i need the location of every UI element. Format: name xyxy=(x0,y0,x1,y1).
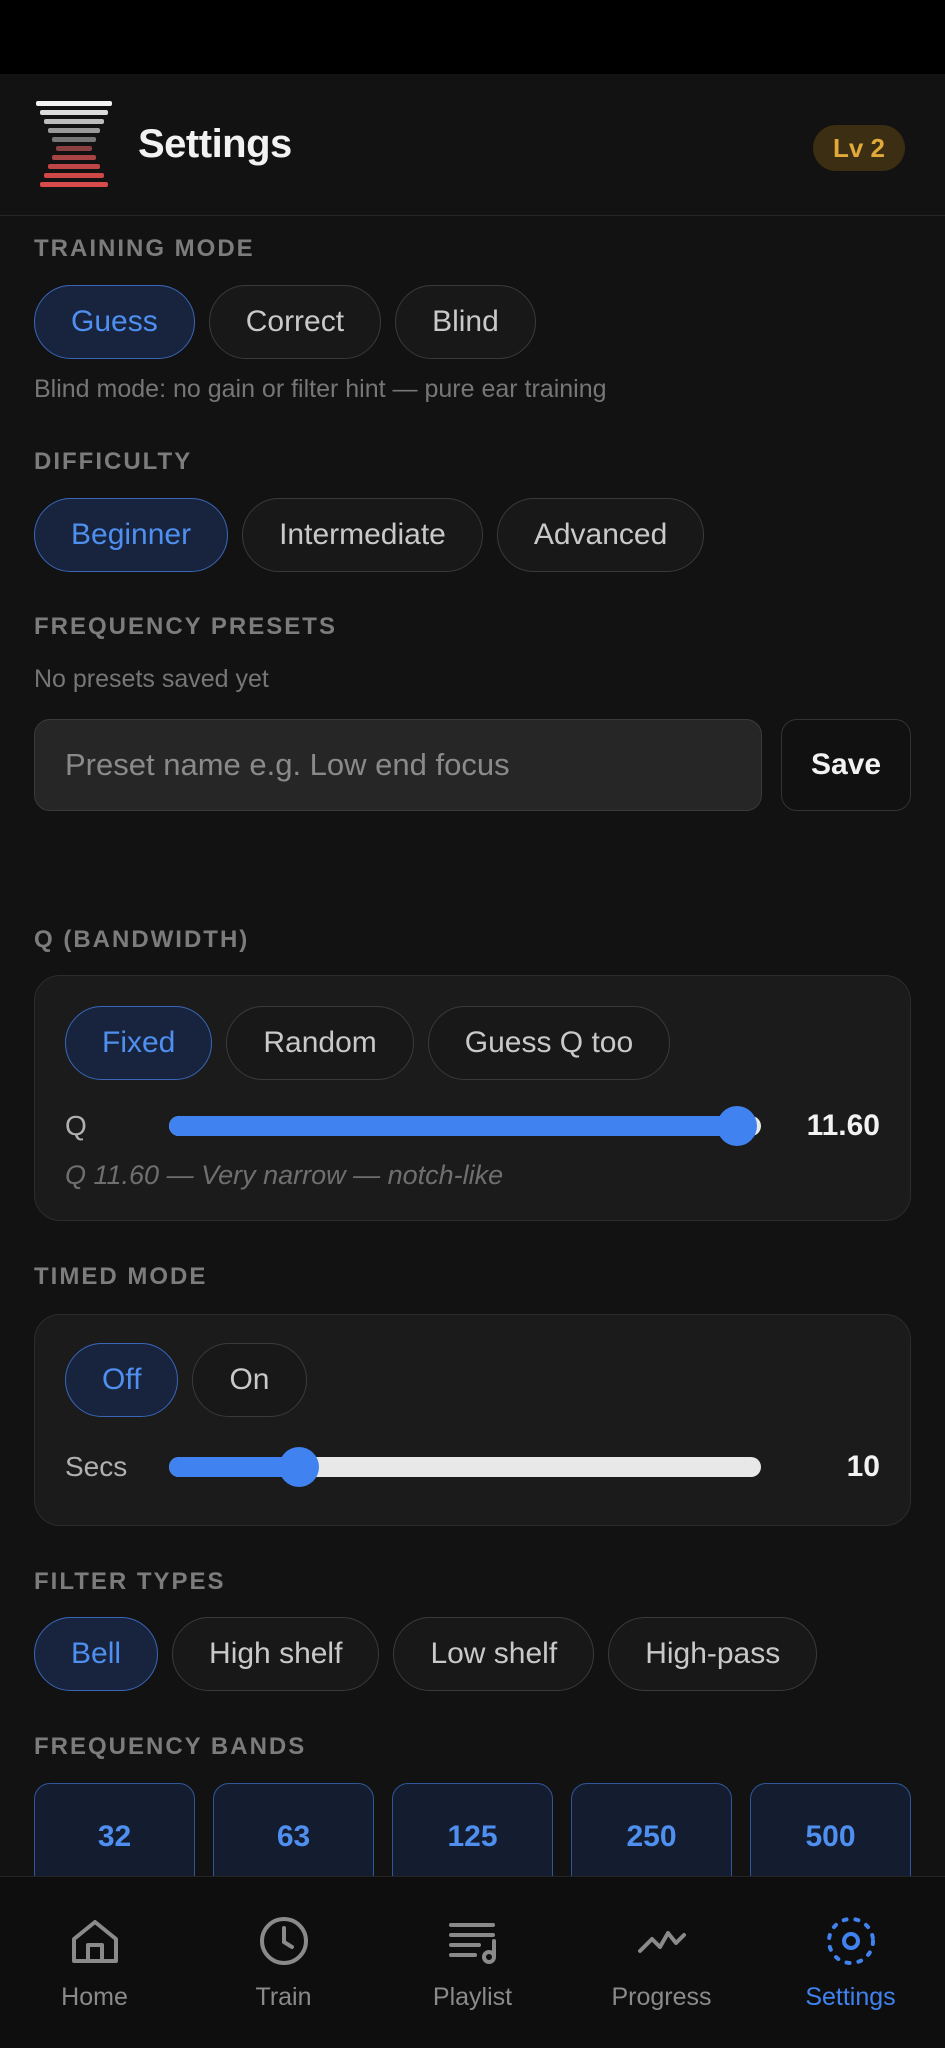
training-mode-hint: Blind mode: no gain or filter hint — pur… xyxy=(34,375,607,403)
q-mode-options: Fixed Random Guess Q too xyxy=(65,1006,671,1080)
band-32[interactable]: 32 xyxy=(34,1783,195,1877)
q-slider-row: Q 11.60 xyxy=(65,1106,880,1146)
difficulty-beginner[interactable]: Beginner xyxy=(34,498,229,572)
nav-settings[interactable]: Settings xyxy=(756,1877,945,2048)
filter-type-bell[interactable]: Bell xyxy=(34,1617,159,1691)
q-slider-label: Q xyxy=(65,1110,87,1141)
gear-icon xyxy=(826,1917,875,1965)
secs-slider-label: Secs xyxy=(65,1451,128,1482)
home-icon xyxy=(71,1920,118,1963)
timed-mode-on[interactable]: On xyxy=(192,1343,307,1417)
q-slider-value: 11.60 xyxy=(806,1109,880,1142)
difficulty-advanced[interactable]: Advanced xyxy=(496,498,705,572)
bottom-nav: Home Train Playlist Progress Settings xyxy=(0,1876,945,2048)
q-bandwidth-card: Fixed Random Guess Q too Q 11.60 Q 11.60… xyxy=(34,975,911,1221)
status-bar xyxy=(0,0,945,74)
filter-type-high-pass[interactable]: High-pass xyxy=(608,1617,818,1691)
trend-icon xyxy=(637,1931,686,1953)
nav-home-label: Home xyxy=(61,1983,128,2011)
q-mode-guess-q[interactable]: Guess Q too xyxy=(427,1006,671,1080)
app-screen: Settings Lv 2 TRAINING MODE Guess Correc… xyxy=(0,74,945,2048)
clock-icon xyxy=(259,1917,308,1965)
nav-playlist[interactable]: Playlist xyxy=(378,1877,567,2048)
nav-home[interactable]: Home xyxy=(0,1877,189,2048)
header: Settings Lv 2 xyxy=(0,74,945,216)
q-mode-fixed[interactable]: Fixed xyxy=(65,1006,213,1080)
secs-slider[interactable] xyxy=(169,1447,761,1487)
timed-mode-label: TIMED MODE xyxy=(34,1263,208,1290)
difficulty-intermediate[interactable]: Intermediate xyxy=(242,498,483,572)
app-logo-icon xyxy=(36,100,112,187)
nav-settings-label: Settings xyxy=(805,1983,896,2011)
q-slider[interactable] xyxy=(169,1106,761,1146)
q-slider-thumb[interactable] xyxy=(717,1106,758,1146)
filter-type-high-shelf[interactable]: High shelf xyxy=(172,1617,380,1691)
band-250[interactable]: 250 xyxy=(571,1783,732,1877)
training-mode-guess[interactable]: Guess xyxy=(34,285,195,359)
training-mode-blind[interactable]: Blind xyxy=(395,285,536,359)
page-title: Settings xyxy=(138,122,292,166)
presets-label: FREQUENCY PRESETS xyxy=(34,613,337,640)
timed-mode-off[interactable]: Off xyxy=(65,1343,179,1417)
nav-train[interactable]: Train xyxy=(189,1877,378,2048)
frequency-band-grid: 32 63 125 250 500 xyxy=(34,1783,911,1877)
preset-name-input[interactable]: Preset name e.g. Low end focus xyxy=(34,719,762,811)
presets-empty-text: No presets saved yet xyxy=(34,665,269,693)
timed-mode-card: Off On Secs 10 xyxy=(34,1314,911,1526)
difficulty-options: Beginner Intermediate Advanced xyxy=(34,498,705,572)
q-slider-fill xyxy=(169,1116,738,1136)
secs-slider-thumb[interactable] xyxy=(279,1447,320,1487)
playlist-icon xyxy=(448,1923,496,1964)
nav-playlist-label: Playlist xyxy=(432,1983,513,2011)
band-125[interactable]: 125 xyxy=(392,1783,553,1877)
filter-type-low-shelf[interactable]: Low shelf xyxy=(393,1617,595,1691)
nav-train-label: Train xyxy=(255,1983,312,2011)
training-mode-options: Guess Correct Blind xyxy=(34,285,536,359)
save-preset-button[interactable]: Save xyxy=(781,719,911,811)
band-500[interactable]: 500 xyxy=(750,1783,911,1877)
secs-slider-row: Secs 10 xyxy=(65,1447,880,1487)
filter-type-options: Bell High shelf Low shelf High-pass xyxy=(34,1617,818,1691)
q-bandwidth-label: Q (BANDWIDTH) xyxy=(34,926,250,953)
band-63[interactable]: 63 xyxy=(213,1783,374,1877)
nav-progress-label: Progress xyxy=(611,1983,712,2011)
training-mode-correct[interactable]: Correct xyxy=(208,285,382,359)
filter-types-label: FILTER TYPES xyxy=(34,1568,226,1595)
q-mode-random[interactable]: Random xyxy=(226,1006,414,1080)
q-description: Q 11.60 — Very narrow — notch-like xyxy=(65,1160,504,1190)
nav-progress[interactable]: Progress xyxy=(567,1877,756,2048)
training-mode-label: TRAINING MODE xyxy=(34,235,255,262)
secs-slider-value: 10 xyxy=(846,1450,880,1483)
settings-content[interactable]: TRAINING MODE Guess Correct Blind Blind … xyxy=(0,217,945,1877)
level-badge: Lv 2 xyxy=(812,125,905,171)
difficulty-label: DIFFICULTY xyxy=(34,448,193,475)
frequency-bands-label: FREQUENCY BANDS xyxy=(34,1733,307,1760)
timed-mode-options: Off On xyxy=(65,1343,307,1417)
